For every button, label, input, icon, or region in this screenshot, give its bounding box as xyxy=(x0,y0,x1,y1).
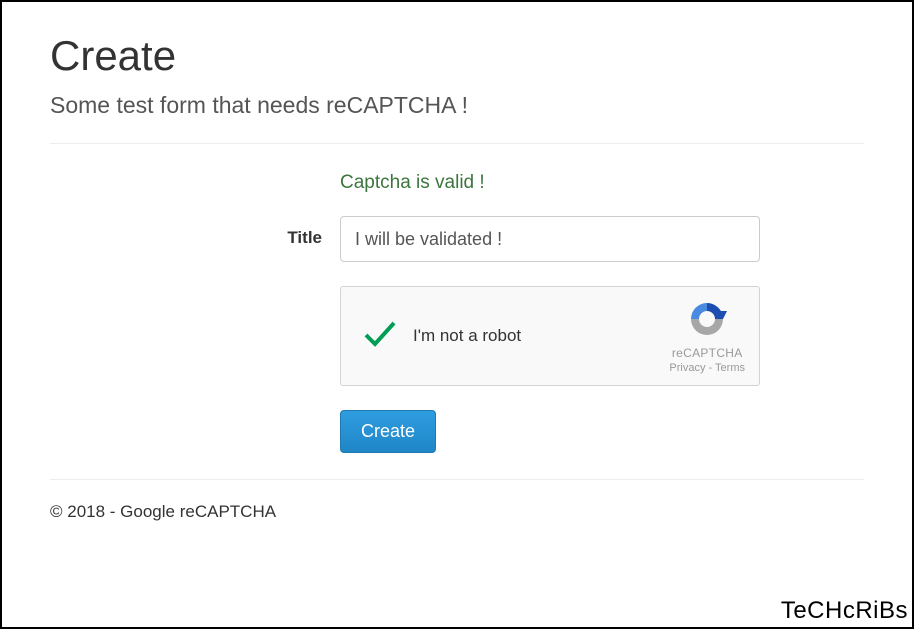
recaptcha-widget[interactable]: I'm not a robot reCAPTCHA Privacy - xyxy=(340,286,760,386)
divider xyxy=(50,143,864,144)
checkmark-icon xyxy=(361,317,399,356)
title-input[interactable] xyxy=(340,216,760,262)
recaptcha-terms-link[interactable]: Terms xyxy=(715,362,745,374)
divider-bottom xyxy=(50,479,864,480)
recaptcha-brand: reCAPTCHA xyxy=(672,346,743,360)
footer-text: © 2018 - Google reCAPTCHA xyxy=(50,502,864,522)
create-form: Title Captcha is valid ! I'm not a robot xyxy=(50,172,864,453)
recaptcha-label: I'm not a robot xyxy=(413,326,669,346)
recaptcha-logo-icon xyxy=(687,299,727,342)
watermark: TeCHcRiBs xyxy=(781,597,908,625)
page-subtitle: Some test form that needs reCAPTCHA ! xyxy=(50,92,864,119)
create-button[interactable]: Create xyxy=(340,410,436,453)
recaptcha-privacy-link[interactable]: Privacy xyxy=(669,362,705,374)
recaptcha-link-separator: - xyxy=(705,362,715,374)
page-title: Create xyxy=(50,32,864,80)
captcha-status-message: Captcha is valid ! xyxy=(340,172,760,194)
title-label: Title xyxy=(287,228,322,247)
